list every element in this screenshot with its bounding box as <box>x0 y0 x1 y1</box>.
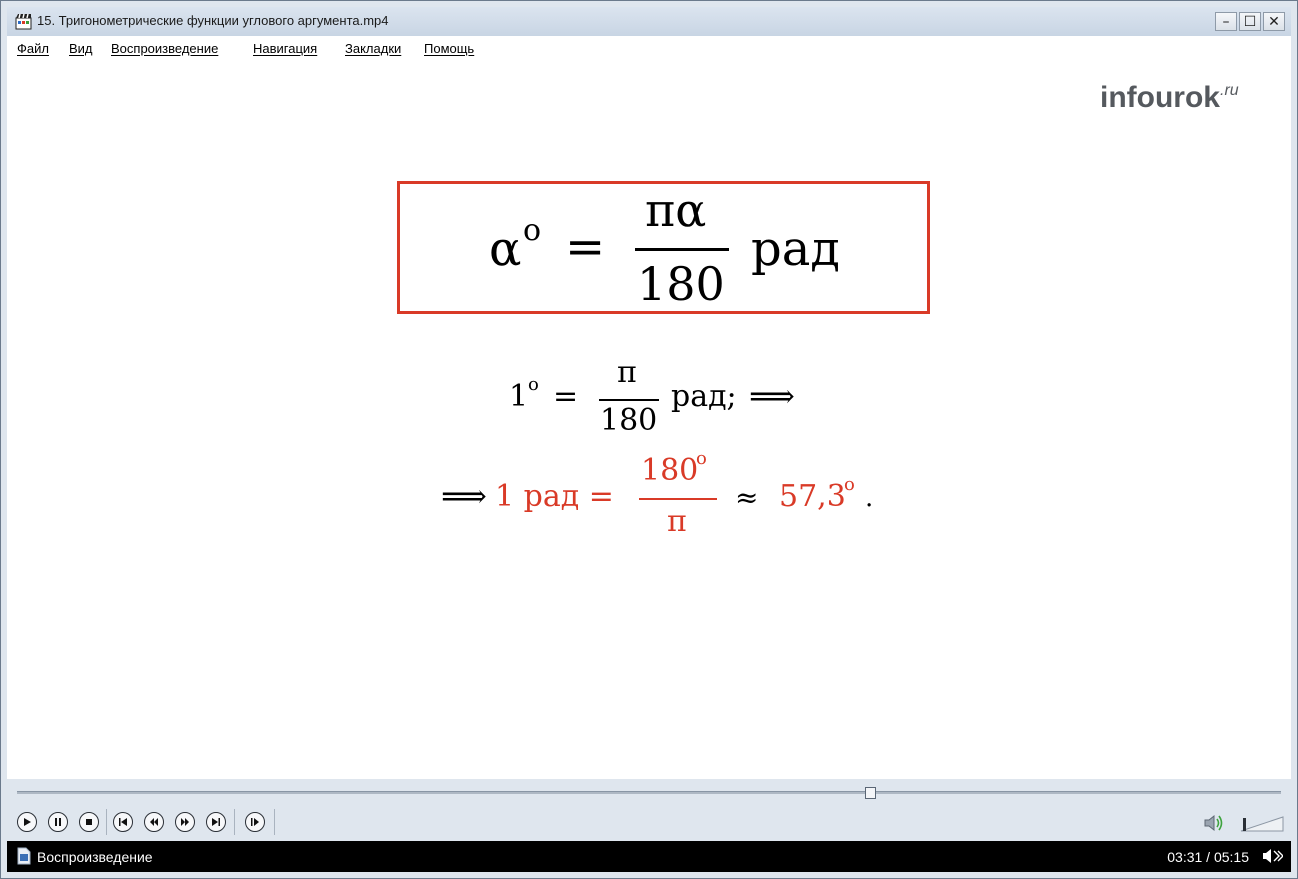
previous-button[interactable] <box>113 812 133 832</box>
logo-main-text: infourok <box>1100 81 1220 114</box>
maximize-button[interactable]: ☐ <box>1239 12 1261 31</box>
previous-icon <box>119 818 127 826</box>
formula1-lhs-degree: o <box>523 213 542 248</box>
next-button[interactable] <box>206 812 226 832</box>
menu-help[interactable]: Помощь <box>424 41 474 56</box>
menu-playback[interactable]: Воспроизведение <box>111 41 218 56</box>
menu-navigation[interactable]: Навигация <box>253 41 317 56</box>
formula3-numerator-degree: o <box>696 448 707 469</box>
menu-view[interactable]: Вид <box>69 41 93 56</box>
stop-icon <box>86 819 92 825</box>
minimize-icon: – <box>1222 13 1230 30</box>
formula2-numerator: π <box>617 355 637 390</box>
separator <box>274 809 275 835</box>
time-display: 03:31 / 05:15 <box>1167 849 1249 865</box>
fast-forward-icon <box>181 818 189 826</box>
formula2-denominator: 180 <box>600 403 658 438</box>
seek-bar[interactable] <box>17 791 1281 794</box>
frame-step-button[interactable] <box>245 812 265 832</box>
formula2-implies-arrow: ⟹ <box>749 377 795 415</box>
rewind-icon <box>150 818 158 826</box>
close-button[interactable]: ✕ <box>1263 12 1285 31</box>
separator <box>106 809 107 835</box>
menu-bar: Файл Вид Воспроизведение Навигация Закла… <box>7 36 1291 61</box>
pause-button[interactable] <box>48 812 68 832</box>
formula3-implies-arrow: ⟹ <box>441 477 487 515</box>
play-button[interactable] <box>17 812 37 832</box>
formula1-fraction-bar <box>635 248 729 251</box>
file-icon <box>17 847 31 865</box>
frame-step-icon <box>251 818 259 826</box>
volume-slider[interactable] <box>1239 815 1285 833</box>
volume-icon[interactable] <box>1203 813 1225 833</box>
pause-icon <box>55 818 61 826</box>
player-window: 15. Тригонометрические функции углового … <box>0 0 1298 879</box>
formula1-unit: рад <box>751 221 840 277</box>
next-icon <box>212 818 220 826</box>
formula3-lhs: 1 рад = <box>495 479 614 514</box>
maximize-icon: ☐ <box>1243 13 1257 30</box>
clapperboard-icon <box>15 13 32 30</box>
rewind-button[interactable] <box>144 812 164 832</box>
formula3-denominator: π <box>667 504 687 539</box>
formula2-lhs-degree: o <box>528 374 539 395</box>
formula2-equals: = <box>553 379 579 414</box>
minimize-button[interactable]: – <box>1215 12 1237 31</box>
formula1-lhs: α <box>489 221 522 277</box>
menu-bookmarks[interactable]: Закладки <box>345 41 401 56</box>
seek-thumb[interactable] <box>864 787 876 799</box>
audio-output-icon[interactable] <box>1261 848 1283 864</box>
formula3-approx: ≈ <box>735 481 759 514</box>
formula2-lhs: 1 <box>509 379 529 414</box>
video-area[interactable]: infourok.ru α o = πα 180 рад 1 o = π 180… <box>7 61 1291 779</box>
formula3-value-degree: o <box>844 474 855 495</box>
logo-suffix-text: .ru <box>1220 82 1239 99</box>
title-bar[interactable]: 15. Тригонометрические функции углового … <box>7 7 1291 36</box>
formula1-equals: = <box>565 219 606 275</box>
play-icon <box>24 818 31 826</box>
formula2-unit: рад; <box>671 379 737 414</box>
menu-file[interactable]: Файл <box>17 41 49 56</box>
formula2-fraction-bar <box>599 399 659 401</box>
fast-forward-button[interactable] <box>175 812 195 832</box>
separator <box>234 809 235 835</box>
window-title: 15. Тригонометрические функции углового … <box>37 13 389 28</box>
formula3-numerator: 180 <box>641 453 699 488</box>
status-bar: Воспроизведение 03:31 / 05:15 <box>7 841 1291 872</box>
formula1-denominator: 180 <box>637 257 725 311</box>
infourok-logo: infourok.ru <box>1100 81 1239 115</box>
playback-controls <box>7 779 1291 841</box>
close-icon: ✕ <box>1268 13 1280 30</box>
formula3-period: . <box>865 483 874 513</box>
formula3-fraction-bar <box>639 498 717 500</box>
formula3-value: 57,3 <box>779 479 846 514</box>
formula1-numerator: πα <box>645 183 707 237</box>
status-text: Воспроизведение <box>37 849 153 865</box>
stop-button[interactable] <box>79 812 99 832</box>
